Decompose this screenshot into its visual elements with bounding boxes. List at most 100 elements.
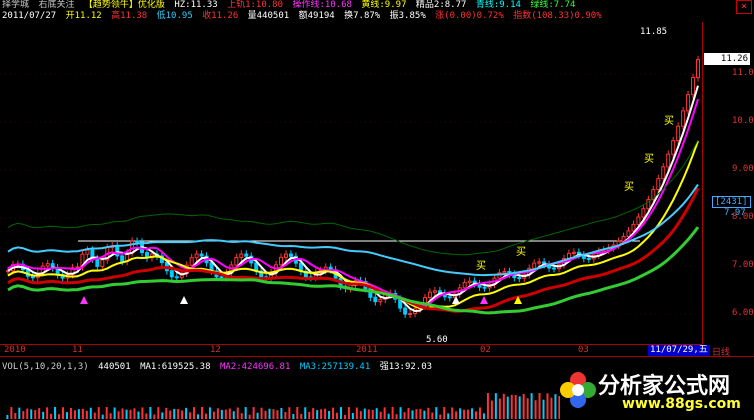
volume-bar bbox=[232, 411, 235, 419]
volume-bar bbox=[550, 397, 553, 419]
candle-body bbox=[661, 166, 666, 180]
hdr2-item: 涨(0.00)0.72% bbox=[435, 11, 504, 21]
candle-body bbox=[626, 230, 631, 237]
price-label: 6.00 bbox=[732, 308, 754, 318]
candle-body bbox=[537, 261, 542, 264]
hdr-item[interactable]: 择学城 bbox=[2, 0, 29, 10]
volume-bar bbox=[65, 412, 68, 419]
date-label: 12 bbox=[210, 345, 221, 355]
volume-bar bbox=[224, 409, 227, 419]
volume-bar bbox=[288, 407, 291, 419]
price-label: 10.00 bbox=[732, 116, 754, 126]
volume-bar bbox=[145, 413, 148, 419]
candle-body bbox=[85, 249, 90, 255]
volume-bar bbox=[216, 408, 219, 419]
volume-bar bbox=[137, 411, 140, 419]
volume-bar bbox=[153, 414, 156, 419]
hdr2-item: 收11.26 bbox=[202, 11, 239, 21]
hdr2-item: 额49194 bbox=[298, 11, 335, 21]
candle-body bbox=[482, 286, 487, 289]
candle-body bbox=[219, 276, 224, 279]
band-line-upper bbox=[7, 139, 699, 256]
volume-bar bbox=[22, 411, 25, 419]
candle-body bbox=[432, 290, 437, 293]
candle-body bbox=[169, 270, 174, 278]
watermark-logo: 分析家公式网 www.88gs.com bbox=[558, 366, 754, 416]
volume-bar bbox=[30, 409, 33, 419]
volume-bar bbox=[141, 407, 144, 419]
indicator-line: 择学城 右底关注 【趋势领牛】优化版 HZ:11.33 上轨1:10.80 操作… bbox=[2, 0, 579, 11]
candle-body bbox=[403, 307, 408, 315]
volume-bar bbox=[530, 393, 533, 419]
volume-bar bbox=[34, 410, 37, 419]
volume-bar bbox=[181, 410, 184, 419]
volume-bar bbox=[101, 414, 104, 419]
hdr2-item: 2011/07/27 bbox=[2, 11, 57, 21]
volume-bar bbox=[240, 413, 243, 419]
volume-bar bbox=[14, 412, 17, 419]
candlestick-chart[interactable]: 11.855.60买买买买买 bbox=[0, 22, 703, 344]
hdr-item: HZ:11.33 bbox=[174, 0, 218, 10]
volume-bar bbox=[419, 408, 422, 419]
volume-bar bbox=[518, 396, 521, 419]
high-label: 11.85 bbox=[640, 27, 667, 37]
candle-body bbox=[194, 253, 199, 259]
box-value-tag-2: 7.97 bbox=[724, 208, 746, 218]
candle-body bbox=[686, 94, 691, 112]
volume-bar bbox=[157, 407, 160, 419]
volume-bar bbox=[324, 408, 327, 419]
volume-bar bbox=[177, 409, 180, 419]
price-label: 7.00 bbox=[732, 260, 754, 270]
volume-bar bbox=[542, 399, 545, 419]
volume-bar bbox=[459, 408, 462, 419]
volume-bar bbox=[149, 407, 152, 419]
volume-bar bbox=[399, 407, 402, 419]
volume-bar bbox=[97, 407, 100, 419]
volume-bar bbox=[367, 409, 370, 419]
volume-bar bbox=[85, 410, 88, 419]
volume-bar bbox=[498, 398, 501, 419]
volume-bar bbox=[343, 414, 346, 419]
volume-bar bbox=[260, 407, 263, 419]
volume-bar bbox=[455, 411, 458, 419]
volume-bar bbox=[411, 410, 414, 419]
candle-body bbox=[199, 253, 204, 257]
candle-body bbox=[30, 275, 35, 279]
volume-bar bbox=[304, 407, 307, 419]
ma-line-magenta bbox=[7, 98, 699, 307]
volume-bar bbox=[427, 407, 430, 419]
volume-bar bbox=[204, 413, 207, 419]
hdr-item: 绿线:7.74 bbox=[530, 0, 576, 10]
hdr-item[interactable]: 右底关注 bbox=[38, 0, 74, 10]
logo-url[interactable]: www.88gs.com bbox=[622, 396, 741, 412]
volume-bar bbox=[173, 408, 176, 419]
candle-body bbox=[244, 253, 249, 257]
candle-body bbox=[636, 216, 641, 225]
volume-bar bbox=[73, 410, 76, 419]
candle-body bbox=[641, 208, 646, 218]
volume-bar bbox=[121, 408, 124, 419]
candle-body bbox=[681, 110, 686, 127]
volume-bar bbox=[431, 412, 434, 419]
volume-bar bbox=[105, 407, 108, 419]
date-label: 03 bbox=[578, 345, 589, 355]
volume-bar bbox=[359, 411, 362, 419]
volume-bar bbox=[534, 400, 537, 419]
candle-body bbox=[462, 282, 467, 289]
low-label: 5.60 bbox=[426, 335, 448, 344]
candle-body bbox=[666, 153, 671, 168]
volume-bar bbox=[185, 407, 188, 419]
candle-body bbox=[696, 59, 700, 79]
close-button[interactable]: × bbox=[736, 0, 752, 14]
volume-bar bbox=[435, 407, 438, 419]
price-label: 9.00 bbox=[732, 164, 754, 174]
volume-bar bbox=[439, 414, 442, 419]
volume-bar bbox=[510, 394, 513, 419]
candle-body bbox=[283, 253, 288, 258]
candle-body bbox=[571, 251, 576, 254]
candle-body bbox=[427, 291, 432, 299]
box-value-tag: [2431] bbox=[712, 196, 751, 208]
volume-bar bbox=[363, 408, 366, 419]
volume-bar bbox=[526, 398, 529, 419]
volume-bar bbox=[320, 409, 323, 419]
